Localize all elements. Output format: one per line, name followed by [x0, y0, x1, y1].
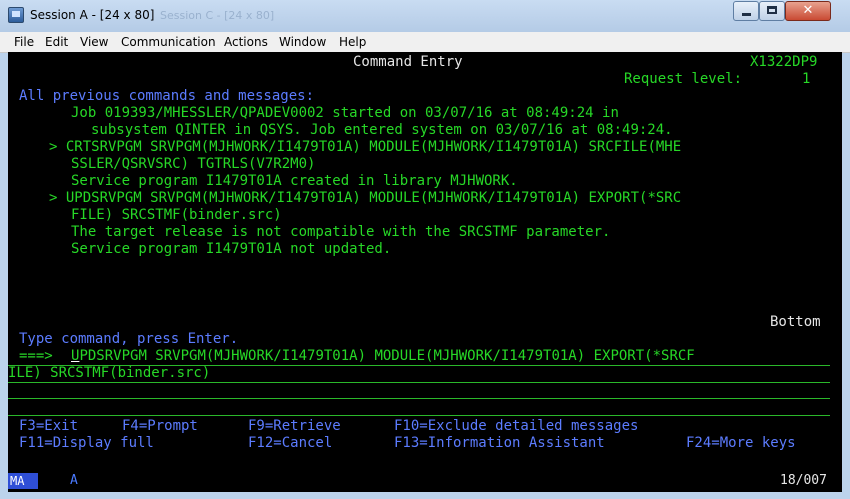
message-line: Job 019393/MHESSLER/QPADEV0002 started o… [71, 105, 619, 121]
close-icon: ✕ [802, 3, 814, 18]
menu-bar: File Edit View Communication Actions Win… [0, 32, 850, 53]
window-title: Session A - [24 x 80] [30, 8, 155, 22]
input-underline [8, 382, 830, 383]
operator-info-area: MA A 18/007 [8, 470, 842, 492]
session-indicator: MA [8, 473, 38, 489]
fkey-f4-prompt[interactable]: F4=Prompt [122, 418, 198, 435]
system-name: X1322DP9 [750, 54, 818, 70]
message-line: Service program I1479T01A created in lib… [71, 173, 518, 189]
section-label: All previous commands and messages: [19, 88, 315, 104]
message-line: subsystem QINTER in QSYS. Job entered sy… [91, 122, 673, 138]
fkey-f13-information-assistant[interactable]: F13=Information Assistant [394, 435, 605, 452]
message-line: > CRTSRVPGM SRVPGM(MJHWORK/I1479T01A) MO… [49, 139, 682, 155]
title-bar: Session A - [24 x 80] Session C - [24 x … [0, 0, 850, 32]
bottom-indicator: Bottom [770, 314, 821, 330]
cursor-position: 18/007 [780, 473, 827, 488]
command-text: PDSRVPGM SRVPGM(MJHWORK/I1479T01A) MODUL… [79, 348, 695, 364]
emulator-app-icon [8, 7, 24, 23]
minimize-icon [742, 13, 751, 16]
terminal-screen[interactable]: Command Entry X1322DP9 Request level: 1 … [8, 52, 842, 470]
window-title-ghost: Session C - [24 x 80] [160, 9, 275, 22]
command-input[interactable]: UPDSRVPGM SRVPGM(MJHWORK/I1479T01A) MODU… [71, 348, 695, 365]
shift-indicator: A [70, 473, 78, 488]
fkey-f10-exclude[interactable]: F10=Exclude detailed messages [394, 418, 638, 435]
message-line: FILE) SRCSTMF(binder.src) [71, 207, 282, 223]
menu-view[interactable]: View [80, 35, 108, 49]
fkey-f24-more-keys[interactable]: F24=More keys [686, 435, 796, 452]
menu-help[interactable]: Help [339, 35, 366, 49]
fkey-f12-cancel[interactable]: F12=Cancel [248, 435, 332, 452]
fkey-f9-retrieve[interactable]: F9=Retrieve [248, 418, 341, 435]
minimize-button[interactable] [733, 1, 759, 21]
message-line: Service program I1479T01A not updated. [71, 241, 392, 257]
input-underline [8, 398, 830, 399]
window-bottom-frame [0, 492, 850, 499]
request-level-label: Request level: [624, 71, 743, 87]
menu-window[interactable]: Window [279, 35, 326, 49]
screen-title: Command Entry [353, 54, 463, 70]
close-button[interactable]: ✕ [785, 1, 831, 21]
menu-actions[interactable]: Actions [224, 35, 268, 49]
menu-edit[interactable]: Edit [45, 35, 68, 49]
request-level-value: 1 [802, 71, 811, 87]
fkey-f3-exit[interactable]: F3=Exit [19, 418, 78, 435]
input-underline [8, 415, 830, 416]
maximize-button[interactable] [759, 1, 785, 21]
fkey-f11-display-full[interactable]: F11=Display full [19, 435, 154, 452]
message-line: SSLER/QSRVSRC) TGTRLS(V7R2M0) [71, 156, 316, 172]
message-line: The target release is not compatible wit… [71, 224, 611, 240]
menu-communication[interactable]: Communication [121, 35, 216, 49]
command-input-line2[interactable]: ILE) SRCSTMF(binder.src) [8, 365, 210, 382]
menu-file[interactable]: File [14, 35, 34, 49]
message-line: > UPDSRVPGM SRVPGM(MJHWORK/I1479T01A) MO… [49, 190, 682, 206]
maximize-icon [767, 6, 777, 14]
prompt-label: Type command, press Enter. [19, 331, 239, 347]
command-prompt-arrow: ===> [19, 348, 53, 364]
